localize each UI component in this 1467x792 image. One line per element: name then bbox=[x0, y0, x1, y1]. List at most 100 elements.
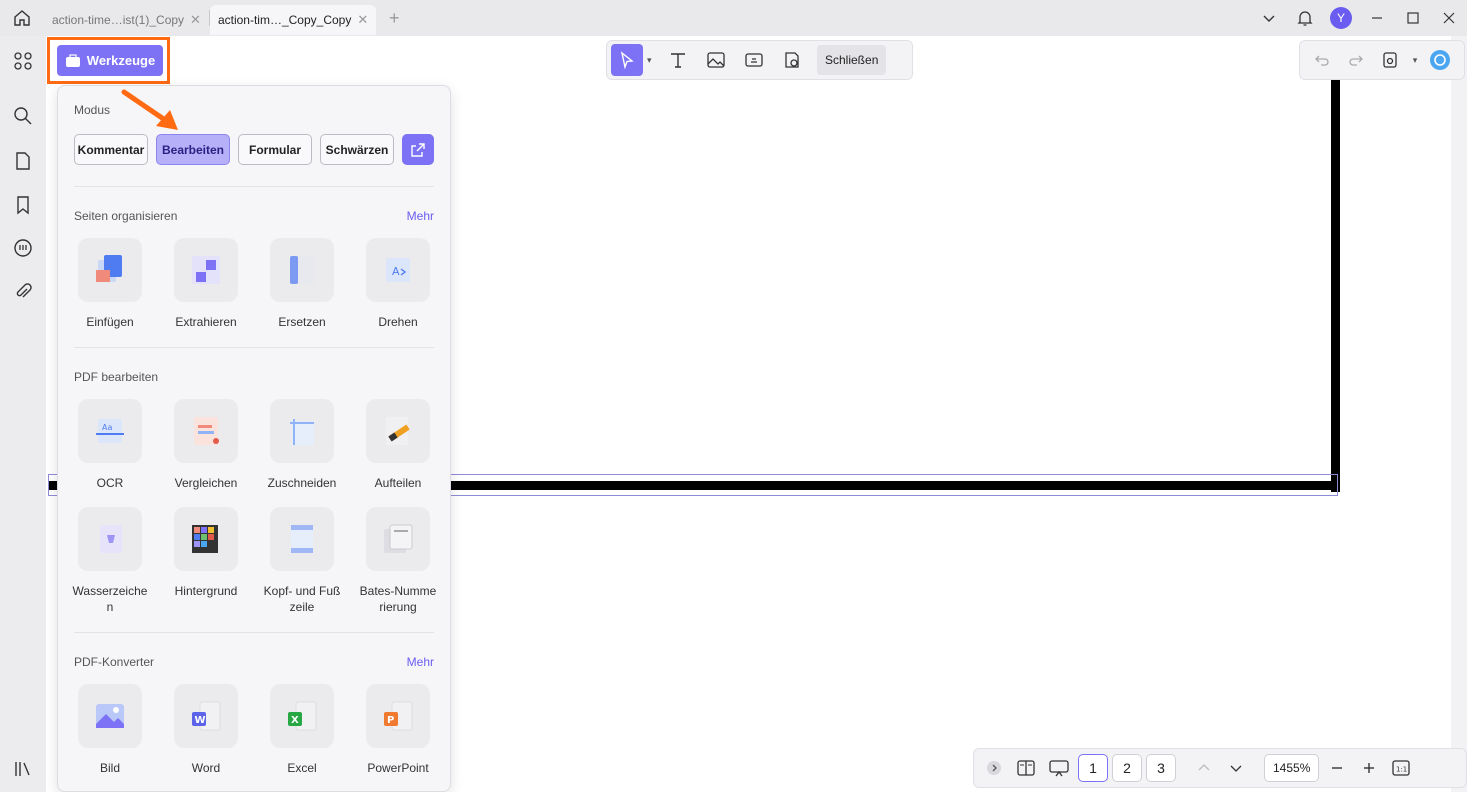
tool-powerpoint[interactable]: P PowerPoint bbox=[358, 684, 438, 776]
bookmark-icon[interactable] bbox=[12, 194, 34, 216]
chevron-down-icon[interactable] bbox=[1251, 0, 1287, 36]
select-tool-button[interactable] bbox=[611, 44, 643, 76]
link-tool-button[interactable] bbox=[737, 44, 771, 76]
svg-text:Aa: Aa bbox=[102, 423, 112, 432]
chevron-up-icon[interactable] bbox=[1190, 754, 1218, 782]
tool-hintergrund[interactable]: Hintergrund bbox=[166, 507, 246, 599]
tools-button-label: Werkzeuge bbox=[86, 53, 156, 68]
text-tool-button[interactable] bbox=[661, 44, 695, 76]
window-controls: Y bbox=[1251, 0, 1467, 36]
tool-word[interactable]: W Word bbox=[166, 684, 246, 776]
redo-icon[interactable] bbox=[1340, 45, 1372, 75]
library-icon[interactable] bbox=[12, 758, 34, 780]
powerpoint-icon: P bbox=[366, 684, 430, 748]
tab-document-1[interactable]: action-time…ist(1)_Copy ✕ bbox=[44, 5, 209, 35]
close-icon[interactable]: ✕ bbox=[190, 12, 201, 28]
close-window-icon[interactable] bbox=[1431, 0, 1467, 36]
replace-pages-icon bbox=[270, 238, 334, 302]
home-button[interactable] bbox=[0, 0, 44, 36]
avatar-button[interactable]: Y bbox=[1323, 0, 1359, 36]
mode-bearbeiten-button[interactable]: Bearbeiten bbox=[156, 134, 230, 165]
tool-excel[interactable]: X Excel bbox=[262, 684, 342, 776]
bates-numbering-icon bbox=[366, 507, 430, 571]
zoom-out-icon[interactable] bbox=[1323, 754, 1351, 782]
page-button-2[interactable]: 2 bbox=[1112, 754, 1142, 782]
tool-wasserzeichen[interactable]: Wasserzeichen bbox=[70, 507, 150, 615]
tab-label: action-tim…_Copy_Copy bbox=[217, 13, 352, 27]
vertical-scrollbar[interactable] bbox=[1451, 36, 1467, 792]
link-icon bbox=[745, 53, 763, 67]
open-external-button[interactable] bbox=[402, 134, 434, 165]
extract-pages-icon bbox=[174, 238, 238, 302]
zoom-in-icon[interactable] bbox=[1355, 754, 1383, 782]
close-icon[interactable]: ✕ bbox=[357, 12, 368, 28]
image-icon bbox=[707, 52, 725, 68]
tool-einfuegen[interactable]: Einfügen bbox=[70, 238, 150, 330]
shape-icon bbox=[785, 52, 799, 68]
tab-document-2[interactable]: action-tim…_Copy_Copy ✕ bbox=[209, 5, 377, 35]
external-link-icon bbox=[411, 142, 425, 157]
mode-kommentar-button[interactable]: Kommentar bbox=[74, 134, 148, 165]
chevron-down-icon[interactable]: ▾ bbox=[647, 55, 657, 66]
chevron-down-icon[interactable] bbox=[1222, 754, 1250, 782]
tool-extrahieren[interactable]: Extrahieren bbox=[166, 238, 246, 330]
maximize-icon[interactable] bbox=[1395, 0, 1431, 36]
compare-icon bbox=[174, 399, 238, 463]
tool-ersetzen[interactable]: Ersetzen bbox=[262, 238, 342, 330]
mode-formular-button[interactable]: Formular bbox=[238, 134, 312, 165]
save-icon[interactable] bbox=[1374, 45, 1406, 75]
toolbox-icon bbox=[65, 53, 80, 67]
close-edit-button[interactable]: Schließen bbox=[817, 45, 887, 75]
page-view-icon[interactable] bbox=[1012, 754, 1040, 782]
watermark-tool-button[interactable] bbox=[775, 44, 809, 76]
tool-bild[interactable]: Bild bbox=[70, 684, 150, 776]
tool-drehen[interactable]: A Drehen bbox=[358, 238, 438, 330]
image-tool-button[interactable] bbox=[699, 44, 733, 76]
attachment-icon[interactable] bbox=[12, 281, 34, 303]
tools-button[interactable]: Werkzeuge bbox=[57, 45, 163, 76]
converter-more-link[interactable]: Mehr bbox=[407, 655, 434, 669]
presentation-icon[interactable] bbox=[1044, 754, 1074, 782]
bell-icon[interactable] bbox=[1287, 0, 1323, 36]
ai-assistant-icon[interactable] bbox=[1424, 45, 1456, 75]
background-icon bbox=[174, 507, 238, 571]
chevron-down-icon[interactable]: ▾ bbox=[1408, 45, 1422, 75]
page-button-1[interactable]: 1 bbox=[1078, 754, 1108, 782]
section-divider bbox=[74, 186, 434, 187]
edit-section-title: PDF bearbeiten bbox=[74, 370, 159, 384]
text-icon bbox=[671, 53, 685, 68]
undo-icon[interactable] bbox=[1306, 45, 1338, 75]
history-toolbar: ▾ bbox=[1299, 40, 1465, 80]
title-bar: action-time…ist(1)_Copy ✕ action-tim…_Co… bbox=[0, 0, 1467, 36]
tool-zuschneiden[interactable]: Zuschneiden bbox=[262, 399, 342, 491]
tool-aufteilen[interactable]: Aufteilen bbox=[358, 399, 438, 491]
actual-size-icon[interactable]: 1:1 bbox=[1387, 754, 1415, 782]
ocr-icon: Aa bbox=[78, 399, 142, 463]
tool-ocr[interactable]: Aa OCR bbox=[70, 399, 150, 491]
organize-more-link[interactable]: Mehr bbox=[407, 209, 434, 223]
bottom-navigation-bar: 1 2 3 1455% 1:1 bbox=[973, 748, 1467, 788]
minimize-icon[interactable] bbox=[1359, 0, 1395, 36]
mode-schwaerzen-button[interactable]: Schwärzen bbox=[320, 134, 394, 165]
tool-bates-nummerierung[interactable]: Bates-Nummerierung bbox=[358, 507, 438, 615]
crop-icon bbox=[270, 399, 334, 463]
tool-kopf-fusszeile[interactable]: Kopf- und Fußzeile bbox=[262, 507, 342, 615]
image-convert-icon bbox=[78, 684, 142, 748]
apps-grid-icon[interactable] bbox=[12, 50, 34, 72]
svg-text:W: W bbox=[195, 715, 206, 726]
cursor-icon bbox=[620, 51, 634, 69]
rotate-pages-icon: A bbox=[366, 238, 430, 302]
pages-icon[interactable] bbox=[12, 150, 34, 172]
zoom-level-field[interactable]: 1455% bbox=[1264, 754, 1320, 782]
new-tab-button[interactable]: + bbox=[376, 8, 412, 29]
collapse-button[interactable] bbox=[980, 754, 1008, 782]
insert-pages-icon bbox=[78, 238, 142, 302]
section-divider bbox=[74, 632, 434, 633]
comment-icon[interactable] bbox=[12, 237, 34, 259]
search-icon[interactable] bbox=[12, 105, 34, 127]
left-sidebar bbox=[0, 36, 46, 792]
organize-section-title: Seiten organisieren bbox=[74, 209, 178, 223]
tool-vergleichen[interactable]: Vergleichen bbox=[166, 399, 246, 491]
home-icon bbox=[14, 10, 30, 26]
page-button-3[interactable]: 3 bbox=[1146, 754, 1176, 782]
